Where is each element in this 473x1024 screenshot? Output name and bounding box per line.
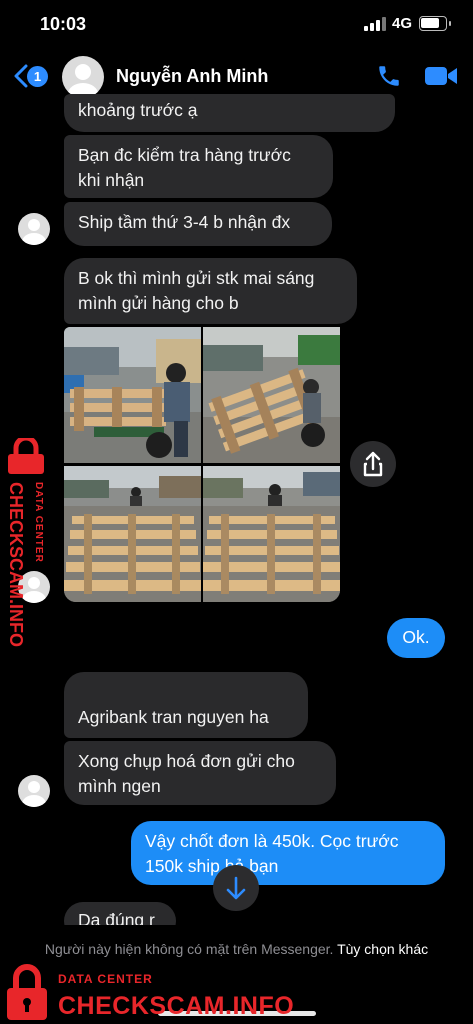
watermark-vertical: DATA CENTER CHECKSCAM.INFO <box>0 438 52 668</box>
unavailable-notice: Người này hiện không có mặt trên Messeng… <box>0 939 473 959</box>
message-bubble-outgoing[interactable]: Ok. <box>387 618 445 658</box>
message-bubble-incoming[interactable]: Bạn đc kiểm tra hàng trước khi nhận <box>64 135 333 198</box>
network-label: 4G <box>392 15 413 32</box>
message-bubble-incoming[interactable]: khoảng trước ạ <box>64 94 395 132</box>
status-time: 10:03 <box>40 14 87 34</box>
contact-avatar[interactable] <box>62 56 104 98</box>
battery-icon <box>419 16 447 31</box>
status-bar: 10:03 4G <box>0 0 473 50</box>
message-bubble-incoming[interactable]: Agribank tran nguyen ha 7107205280531 <box>64 672 308 777</box>
sender-avatar <box>18 213 50 245</box>
message-bubble-outgoing[interactable]: Vậy chốt đơn là 450k. Cọc trước 150k shi… <box>131 821 445 885</box>
watermark-line2: CHECKSCAM.INFO <box>58 992 295 1020</box>
share-button[interactable] <box>350 441 396 487</box>
watermark-line1: DATA CENTER <box>58 972 153 986</box>
unread-badge[interactable]: 1 <box>27 66 48 87</box>
lock-icon <box>7 964 47 1020</box>
message-bubble-incoming[interactable]: Ship tầm thứ 3-4 b nhận đx <box>64 202 332 246</box>
contact-name[interactable]: Nguyễn Anh Minh <box>116 66 268 87</box>
lock-icon <box>8 438 44 474</box>
arrow-down-icon <box>226 876 246 900</box>
watermark-line2: CHECKSCAM.INFO <box>6 482 26 647</box>
battery-tip <box>449 21 451 26</box>
scroll-down-button[interactable] <box>213 865 259 911</box>
pallet-photo-4[interactable] <box>203 466 340 602</box>
sender-avatar <box>18 775 50 807</box>
message-bubble-incoming[interactable]: B ok thì mình gửi stk mai sáng mình gửi … <box>64 258 357 324</box>
video-call-icon[interactable] <box>424 64 458 88</box>
pallet-photo-2[interactable] <box>203 327 340 463</box>
message-bubble-incoming[interactable]: Xong chụp hoá đơn gửi cho mình ngen <box>64 741 336 805</box>
pallet-photo-1[interactable] <box>64 327 201 463</box>
phone-icon[interactable] <box>376 63 402 89</box>
signal-icon <box>364 17 386 31</box>
bank-name-text: Agribank tran nguyen ha <box>78 707 269 727</box>
more-options-link[interactable]: Tùy chọn khác <box>337 941 428 957</box>
watermark-line1: DATA CENTER <box>33 482 44 563</box>
share-icon <box>363 451 383 477</box>
unavailable-text: Người này hiện không có mặt trên Messeng… <box>44 941 334 957</box>
watermark-bottom: DATA CENTER CHECKSCAM.INFO <box>0 960 300 1024</box>
pallet-photo-3[interactable] <box>64 466 201 602</box>
